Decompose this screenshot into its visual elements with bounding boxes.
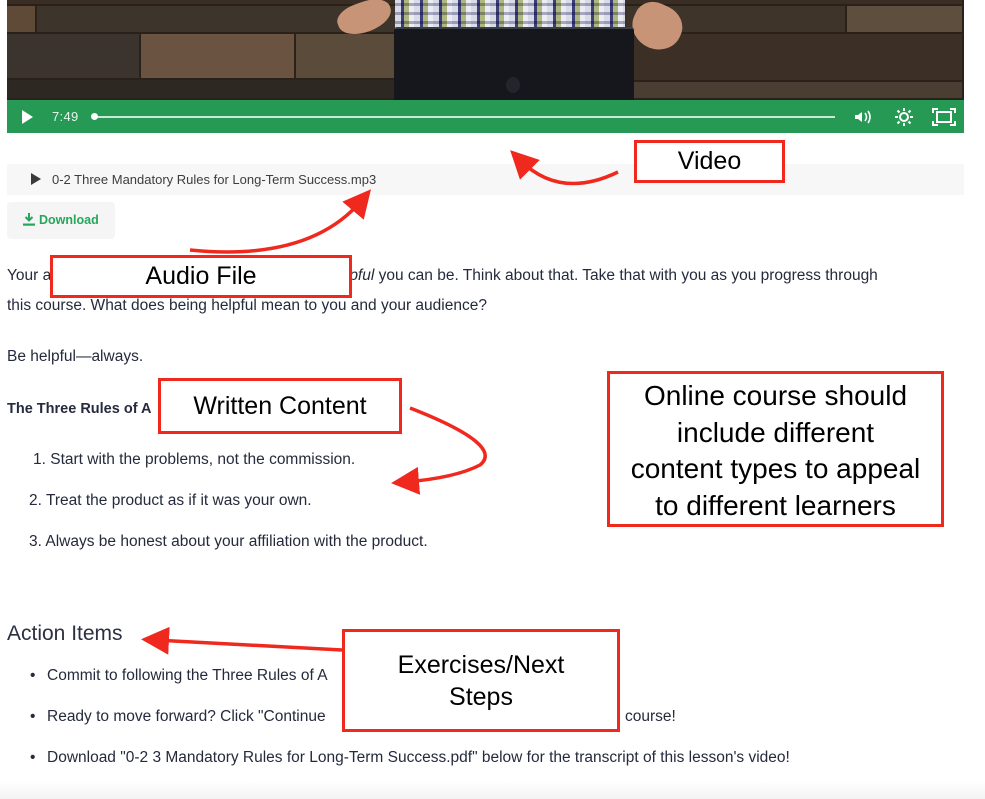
annotation-text: Video (677, 147, 742, 175)
presenter (395, 0, 625, 30)
rules-heading: The Three Rules of A (7, 401, 152, 417)
intro-text-end: you can be. Think about that. Take that … (374, 267, 878, 284)
be-helpful-text: Be helpful—always. (7, 348, 144, 365)
fullscreen-icon[interactable] (931, 107, 957, 127)
video-controls: 7:49 (7, 100, 964, 133)
annotation-text: Steps (449, 683, 513, 711)
video-scrubber[interactable] (94, 116, 835, 118)
download-icon (23, 213, 35, 226)
action-item-text: Download "0-2 3 Mandatory Rules for Long… (47, 749, 790, 766)
rule-item: 1. Start with the problems, not the comm… (33, 451, 356, 468)
action-items-heading: Action Items (7, 622, 123, 645)
page-bottom-fade (0, 780, 985, 799)
annotation-text: Exercises/Next (397, 651, 565, 679)
laptop (394, 27, 634, 100)
summary-annotation: Online course should include different c… (607, 371, 944, 527)
volume-icon[interactable] (852, 107, 874, 127)
action-item-text: Commit to following the Three Rules of A (47, 667, 328, 684)
exercises-arrow (141, 626, 343, 655)
action-item-text: Ready to move forward? Click "Continue (47, 708, 326, 725)
rule-item: 3. Always be honest about your affiliati… (29, 533, 428, 550)
gear-icon[interactable] (893, 107, 915, 127)
annotation-text: to different learners (655, 489, 896, 521)
video-annotation: Video (634, 140, 785, 183)
annotation-text: include different (676, 416, 875, 448)
written-arrow (391, 406, 487, 495)
exercises-annotation: Exercises/Next Steps (342, 629, 620, 732)
audio-annotation: Audio File (50, 255, 352, 298)
audio-player[interactable]: 0-2 Three Mandatory Rules for Long-Term … (7, 164, 964, 195)
written-annotation: Written Content (158, 378, 402, 434)
annotation-text: Audio File (145, 262, 257, 290)
intro-text-start: Your a (7, 267, 52, 284)
annotation-text: Written Content (193, 392, 367, 420)
video-frame[interactable] (7, 0, 964, 100)
download-button[interactable]: Download (7, 202, 115, 239)
audio-arrow (189, 189, 372, 254)
video-time: 7:49 (52, 109, 79, 124)
rule-item: 2. Treat the product as if it was your o… (29, 492, 312, 509)
audio-filename: 0-2 Three Mandatory Rules for Long-Term … (52, 172, 377, 187)
annotation-text: Online course should (643, 380, 908, 411)
action-item-text-end: course! (625, 708, 676, 725)
annotation-text: content types to appeal (630, 453, 921, 484)
download-label: Download (39, 213, 99, 227)
scrubber-handle[interactable] (91, 113, 98, 120)
video-player[interactable]: 7:49 (7, 0, 964, 133)
play-icon[interactable] (31, 173, 41, 185)
play-icon[interactable] (22, 110, 33, 124)
